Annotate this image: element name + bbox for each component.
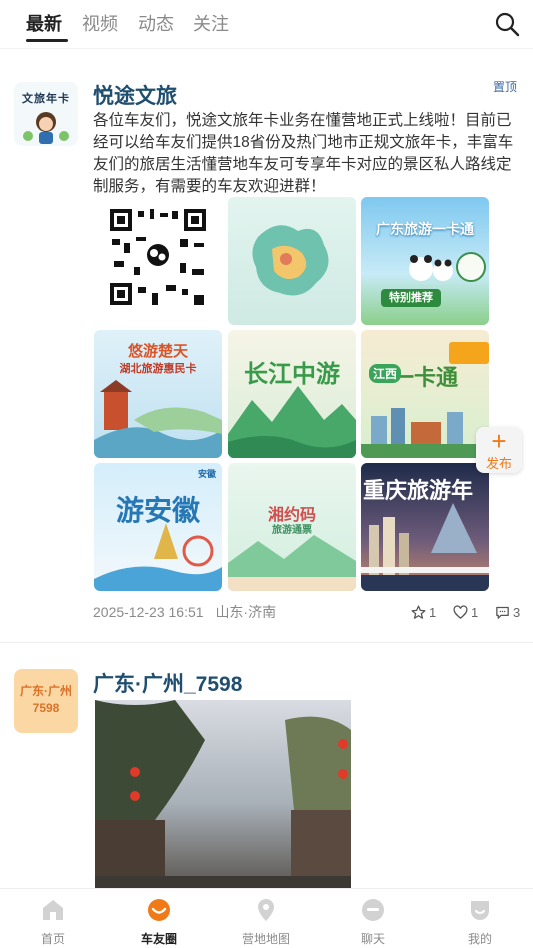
heart-icon xyxy=(453,605,468,619)
comment-button[interactable]: 3 xyxy=(494,604,520,621)
pinned-badge: 置顶 xyxy=(492,80,517,94)
avatar[interactable]: 文旅年卡 xyxy=(14,82,78,146)
post-image-street[interactable] xyxy=(95,700,351,888)
skyline-illustration-icon xyxy=(361,503,489,591)
post-image-qr[interactable] xyxy=(94,197,222,325)
post-image-hubei[interactable]: 悠游楚天 湖北旅游惠民卡 xyxy=(94,330,222,458)
post-text: 各位车友们，悦途文旅年卡业务在懂营地正式上线啦！目前已经可以给车友们提供18省份… xyxy=(93,112,514,195)
nav-circle-label: 车友圈 xyxy=(140,932,177,946)
top-tab-bar: 最新 视频 动态 关注 xyxy=(0,0,533,48)
post-image-guangdong[interactable]: 广东旅游一卡通 特别推荐 xyxy=(361,197,489,325)
comment-count: 3 xyxy=(513,605,521,620)
nav-mine[interactable]: 我的 xyxy=(427,889,533,948)
tab-following[interactable]: 关注 xyxy=(193,10,229,36)
divider xyxy=(0,48,533,49)
publish-label: 发布 xyxy=(485,456,512,471)
favorite-count: 1 xyxy=(429,605,437,620)
nav-circle[interactable]: 车友圈 xyxy=(106,889,212,948)
post-image-map[interactable] xyxy=(228,197,356,325)
profile-icon xyxy=(471,901,489,920)
post-image-yangtze[interactable]: 长江中游 xyxy=(228,330,356,458)
chat-bubble-icon xyxy=(362,899,384,921)
post-username[interactable]: 悦途文旅 xyxy=(93,80,177,110)
active-tab-indicator xyxy=(26,39,68,42)
city-illustration-icon xyxy=(361,342,489,458)
avatar-text: 广东·广州 7598 xyxy=(20,684,72,715)
search-icon xyxy=(495,12,520,37)
plus-icon: + xyxy=(491,426,507,456)
nav-mine-label: 我的 xyxy=(467,932,492,946)
post-location: 山东·济南 xyxy=(215,604,277,620)
cartoon-girl-icon xyxy=(23,112,69,144)
post-username[interactable]: 广东·广州_7598 xyxy=(93,668,242,698)
street-photo-icon xyxy=(95,700,351,888)
circle-smile-icon xyxy=(148,899,170,921)
nav-map-label: 营地地图 xyxy=(241,932,290,946)
pagoda-illustration-icon xyxy=(94,380,222,458)
nav-chat[interactable]: 聊天 xyxy=(320,889,426,948)
bottom-nav-bar: 首页 车友圈 营地地图 聊天 我的 xyxy=(0,888,533,948)
post-meta: 2025-12-23 16:51 山东·济南 xyxy=(93,602,276,622)
avatar[interactable]: 广东·广州 7598 xyxy=(14,669,78,733)
mountain-illustration-icon xyxy=(228,386,356,458)
comment-icon xyxy=(496,606,509,619)
like-button[interactable]: 1 xyxy=(452,604,478,621)
divider xyxy=(0,642,533,643)
post-image-anhui[interactable]: 安徽 游安徽 xyxy=(94,463,222,591)
star-icon xyxy=(411,605,426,619)
nav-home-label: 首页 xyxy=(40,932,65,946)
tab-video[interactable]: 视频 xyxy=(82,10,118,36)
post-image-jiangxi[interactable]: 一卡通 江西 xyxy=(361,330,489,458)
search-button[interactable] xyxy=(493,10,521,38)
landmark-illustration-icon xyxy=(94,523,222,591)
location-pin-icon xyxy=(258,899,274,921)
tab-latest[interactable]: 最新 xyxy=(26,10,62,36)
nav-home[interactable]: 首页 xyxy=(0,889,106,948)
home-icon xyxy=(43,900,63,920)
nav-chat-label: 聊天 xyxy=(360,932,385,946)
map-illustration-icon xyxy=(252,225,329,296)
favorite-button[interactable]: 1 xyxy=(410,604,436,621)
qr-code-icon xyxy=(108,207,208,307)
post-image-chongqing[interactable]: 重庆旅游年 xyxy=(361,463,489,591)
tab-moments[interactable]: 动态 xyxy=(138,10,174,36)
scenic-illustration-icon xyxy=(228,535,356,591)
post-timestamp: 2025-12-23 16:51 xyxy=(93,604,204,620)
publish-button[interactable]: + 发布 xyxy=(476,427,522,473)
post-image-hunan[interactable]: 湘约码 旅游通票 xyxy=(228,463,356,591)
nav-map[interactable]: 营地地图 xyxy=(213,889,319,948)
like-count: 1 xyxy=(471,605,479,620)
special-recommend-badge: 特别推荐 xyxy=(381,289,441,307)
